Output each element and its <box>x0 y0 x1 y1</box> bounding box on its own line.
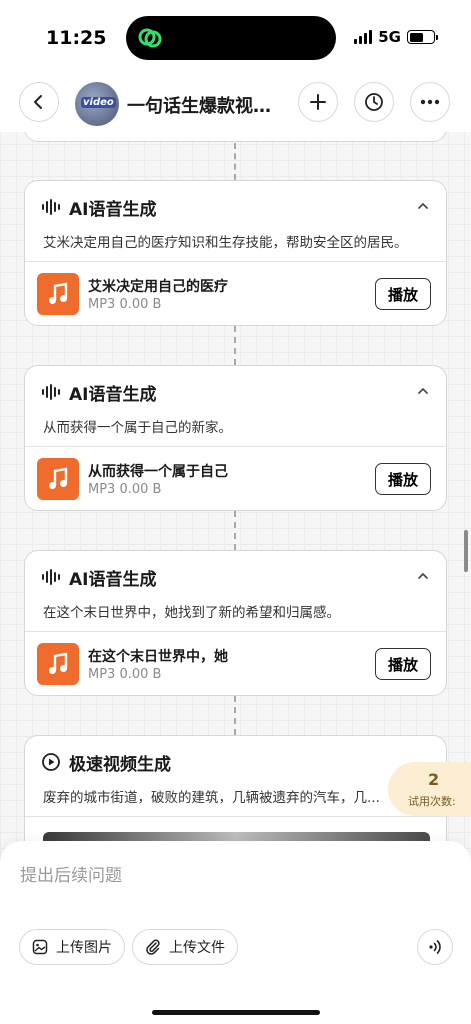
audio-file-meta: MP3 0.00 B <box>88 297 162 312</box>
voice-card[interactable]: AI语音生成 在这个末日世界中，她找到了新的希望和归属感。 在这个末日世界中，她… <box>24 550 447 696</box>
connector-line <box>234 326 236 365</box>
card-description: 从而获得一个属于自己的新家。 <box>43 420 232 436</box>
card-description: 废弃的城市街道，破败的建筑，几辆被遗弃的汽车，几... <box>43 790 380 806</box>
card-title: AI语音生成 <box>69 199 157 220</box>
more-button[interactable] <box>410 82 450 122</box>
scrollbar[interactable] <box>464 530 468 572</box>
waveform-icon <box>42 384 60 400</box>
audio-file-meta: MP3 0.00 B <box>88 482 162 497</box>
audio-item: 从而获得一个属于自己 MP3 0.00 B 播放 <box>25 447 446 511</box>
audio-item: 在这个末日世界中，她 MP3 0.00 B 播放 <box>25 632 446 696</box>
app-link-icon <box>138 28 162 48</box>
question-input[interactable]: 提出后续问题 <box>20 861 122 886</box>
voice-wave-icon <box>429 940 441 954</box>
audio-file-meta: MP3 0.00 B <box>88 667 162 682</box>
connector-line <box>234 143 236 180</box>
plus-icon <box>310 94 326 110</box>
card-title: AI语音生成 <box>69 384 157 405</box>
play-button[interactable]: 播放 <box>375 278 431 310</box>
add-button[interactable] <box>298 82 338 122</box>
audio-file-name: 从而获得一个属于自己 <box>88 464 228 480</box>
chevron-left-icon <box>34 95 42 109</box>
network-label: 5G <box>378 28 401 46</box>
connector-line <box>234 511 236 550</box>
voice-card[interactable]: AI语音生成 艾米决定用自己的医疗知识和生存技能，帮助安全区的居民。 艾米决定用… <box>24 180 447 326</box>
chevron-up-icon[interactable] <box>418 571 428 581</box>
waveform-icon <box>42 569 60 585</box>
audio-item: 艾米决定用自己的医疗 MP3 0.00 B 播放 <box>25 262 446 326</box>
status-indicators: 5G <box>354 28 438 46</box>
previous-card-bottom[interactable] <box>24 132 447 142</box>
card-header[interactable]: AI语音生成 <box>25 366 446 418</box>
home-indicator <box>152 1010 320 1015</box>
card-title: AI语音生成 <box>69 569 157 590</box>
signal-icon <box>354 30 373 44</box>
card-header[interactable]: AI语音生成 <box>25 181 446 233</box>
video-thumbnail[interactable] <box>43 832 430 841</box>
status-bar: 11:25 5G <box>0 0 471 76</box>
play-button[interactable]: 播放 <box>375 648 431 680</box>
audio-file-name: 艾米决定用自己的医疗 <box>88 279 228 295</box>
voice-card[interactable]: AI语音生成 从而获得一个属于自己的新家。 从而获得一个属于自己 MP3 0.0… <box>24 365 447 511</box>
trial-count: 2 <box>428 770 440 789</box>
card-header[interactable]: AI语音生成 <box>25 551 446 603</box>
status-time: 11:25 <box>46 27 107 49</box>
trial-badge[interactable]: 2 试用次数: <box>388 762 471 816</box>
battery-icon <box>407 30 438 44</box>
card-description: 艾米决定用自己的医疗知识和生存技能，帮助安全区的居民。 <box>43 235 408 251</box>
app-header: video 一句话生爆款视频-... <box>0 76 471 132</box>
music-file-icon <box>37 273 79 315</box>
avatar-label: video <box>81 97 116 108</box>
workflow-canvas[interactable]: AI语音生成 艾米决定用自己的医疗知识和生存技能，帮助安全区的居民。 艾米决定用… <box>0 132 471 841</box>
play-circle-icon <box>42 753 60 771</box>
trial-label: 试用次数: <box>408 795 456 808</box>
image-icon <box>32 939 48 955</box>
avatar[interactable]: video <box>75 82 119 126</box>
page-title: 一句话生爆款视频-... <box>127 96 287 117</box>
paperclip-icon <box>146 939 160 955</box>
divider <box>25 816 446 817</box>
upload-file-button[interactable]: 上传文件 <box>132 929 238 965</box>
play-button[interactable]: 播放 <box>375 463 431 495</box>
upload-image-button[interactable]: 上传图片 <box>19 929 125 965</box>
card-header[interactable]: 极速视频生成 <box>25 736 446 788</box>
upload-file-label: 上传文件 <box>169 940 225 956</box>
chevron-up-icon[interactable] <box>418 386 428 396</box>
back-button[interactable] <box>19 82 59 122</box>
input-panel: 提出后续问题 上传图片 上传文件 <box>0 841 471 1024</box>
upload-image-label: 上传图片 <box>56 940 112 956</box>
video-card[interactable]: 极速视频生成 废弃的城市街道，破败的建筑，几辆被遗弃的汽车，几... <box>24 735 447 841</box>
more-dots-icon <box>420 99 440 105</box>
waveform-icon <box>42 199 60 215</box>
card-title: 极速视频生成 <box>69 754 171 775</box>
history-button[interactable] <box>354 82 394 122</box>
voice-input-button[interactable] <box>417 929 453 965</box>
dynamic-island <box>126 16 336 60</box>
music-file-icon <box>37 643 79 685</box>
card-description: 在这个末日世界中，她找到了新的希望和归属感。 <box>43 605 340 621</box>
chevron-up-icon[interactable] <box>418 201 428 211</box>
audio-file-name: 在这个末日世界中，她 <box>88 649 228 665</box>
music-file-icon <box>37 458 79 500</box>
clock-icon <box>365 93 383 111</box>
connector-line <box>234 696 236 735</box>
